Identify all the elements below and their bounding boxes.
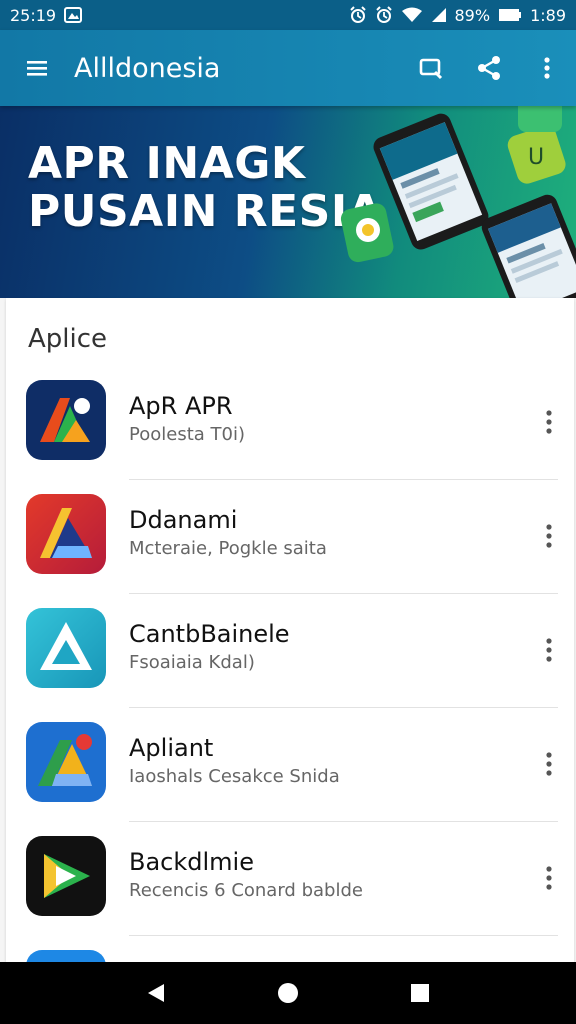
back-icon[interactable] [126,968,186,1018]
section-title: Aplice [28,324,108,354]
list-item[interactable]: CantbBainele Fsoaiaia Kdal) [6,594,574,708]
triangle-a-icon [26,608,106,688]
navigation-bar [0,962,576,1024]
status-time: 25:19 [10,5,57,25]
alarm-icon-2 [375,6,393,24]
drive-a-icon [26,722,106,802]
cast-icon[interactable] [402,30,460,106]
banner-headline: APR INAGK PUSAIN RESIA [28,140,382,236]
battery-icon [498,7,522,23]
list-item[interactable]: Apliant Iaoshals Cesakce Snida [6,708,574,822]
app-bar: Allldonesia [0,30,576,106]
banner-line-1: APR INAGK [28,138,306,189]
signal-icon [431,7,447,23]
more-vert-icon[interactable] [534,630,564,670]
status-right: 89% 1:89 [349,5,566,25]
app-name: CantbBainele [129,620,290,648]
app-list-card: Aplice ApR APR Poolesta T0i) Ddanami Mct… [6,298,574,1024]
alarm-icon [349,6,367,24]
screen: 25:19 89% 1:89 Allldonesia APR INAGK PUS… [0,0,576,1024]
more-vert-icon[interactable] [518,30,576,106]
app-subtitle: Iaoshals Cesakce Snida [129,766,340,787]
a-logo-icon [26,494,106,574]
banner-line-2: PUSAIN RESIA [28,186,383,237]
app-subtitle: Recencis 6 Conard bablde [129,880,363,901]
more-vert-icon[interactable] [534,402,564,442]
list-item[interactable]: ApR APR Poolesta T0i) [6,366,574,480]
svg-text:U: U [528,145,544,170]
app-subtitle: Mcteraie, Pogkle saita [129,538,327,559]
app-subtitle: Poolesta T0i) [129,424,245,445]
home-icon[interactable] [258,968,318,1018]
app-name: Ddanami [129,506,238,534]
list-item[interactable]: Ddanami Mcteraie, Pogkle saita [6,480,574,594]
arrow-a-icon [26,380,106,460]
image-notification-icon [64,7,83,23]
play-icon [26,836,106,916]
app-name: Apliant [129,734,214,762]
more-vert-icon[interactable] [534,858,564,898]
wifi-icon [401,7,423,23]
promo-banner[interactable]: APR INAGK PUSAIN RESIA U [0,106,576,298]
battery-percent: 89% [454,5,491,25]
app-name: Backdlmie [129,848,254,876]
app-subtitle: Fsoaiaia Kdal) [129,652,255,673]
share-icon[interactable] [460,30,518,106]
hamburger-menu-icon[interactable] [0,30,74,106]
status-left: 25:19 [10,5,83,25]
more-vert-icon[interactable] [534,744,564,784]
app-name: ApR APR [129,392,233,420]
app-title: Allldonesia [74,52,221,84]
recents-icon[interactable] [390,968,450,1018]
status-bar: 25:19 89% 1:89 [0,0,576,30]
phones-illustration: U [340,106,576,298]
more-vert-icon[interactable] [534,516,564,556]
list-item[interactable]: Backdlmie Recencis 6 Conard bablde [6,822,574,936]
status-clock: 1:89 [530,5,566,25]
